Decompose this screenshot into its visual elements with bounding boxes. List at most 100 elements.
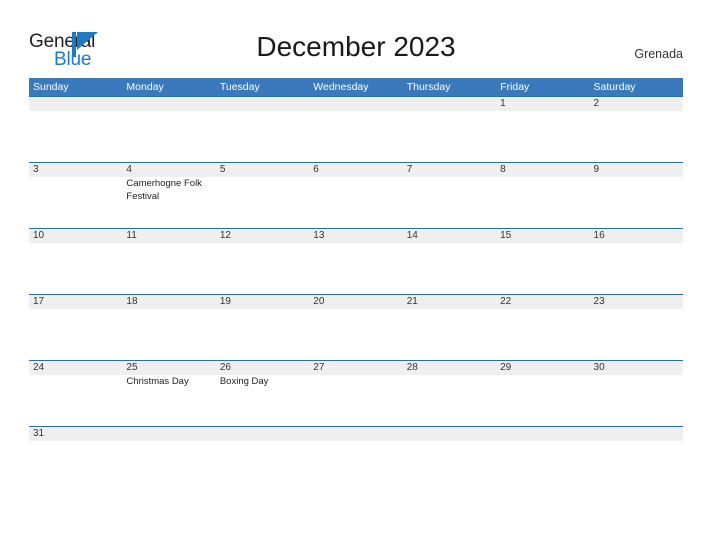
weekday-friday: Friday: [500, 81, 530, 93]
calendar-week-row: 17 18 19 20 21 22 23: [29, 294, 683, 360]
weekday-tuesday: Tuesday: [219, 81, 260, 93]
day-number[interactable]: [216, 97, 309, 111]
page-title: December 2023: [256, 31, 456, 62]
day-number[interactable]: 4: [122, 163, 215, 177]
day-number[interactable]: [309, 97, 402, 111]
page-header: General Blue December 2023 Grenada: [0, 0, 712, 76]
day-number[interactable]: 5: [216, 163, 309, 177]
day-number[interactable]: [403, 427, 496, 441]
day-event: Christmas Day: [126, 376, 189, 387]
day-event: [122, 243, 215, 294]
day-event: [309, 309, 402, 360]
week-day-numbers: 10 11 12 13 14 15 16: [29, 229, 683, 243]
day-number[interactable]: [590, 427, 683, 441]
day-number[interactable]: [496, 427, 589, 441]
calendar-week-row: 3 4 5 6 7 8 9 Camerhogne Folk Festival: [29, 162, 683, 228]
day-event: [403, 177, 496, 228]
weekday-wednesday: Wednesday: [313, 81, 369, 93]
day-number[interactable]: 31: [29, 427, 122, 441]
day-number[interactable]: 25: [122, 361, 215, 375]
day-event: [216, 111, 309, 162]
day-event: [29, 177, 122, 228]
day-event: Camerhogne Folk Festival: [126, 178, 202, 202]
day-number[interactable]: 1: [496, 97, 589, 111]
weekday-header-row: Sunday Monday Tuesday Wednesday Thursday…: [29, 78, 683, 96]
week-day-numbers: 31: [29, 427, 683, 441]
week-day-numbers: 24 25 26 27 28 29 30: [29, 361, 683, 375]
day-number[interactable]: 17: [29, 295, 122, 309]
day-number[interactable]: 18: [122, 295, 215, 309]
day-number[interactable]: 26: [216, 361, 309, 375]
week-day-numbers: 17 18 19 20 21 22 23: [29, 295, 683, 309]
week-event-cells: [29, 309, 683, 360]
day-event: [29, 243, 122, 294]
calendar-grid: Sunday Monday Tuesday Wednesday Thursday…: [29, 78, 683, 441]
day-number[interactable]: 11: [122, 229, 215, 243]
day-number[interactable]: [309, 427, 402, 441]
day-number[interactable]: 16: [590, 229, 683, 243]
day-number[interactable]: 12: [216, 229, 309, 243]
weekday-thursday: Thursday: [406, 81, 451, 93]
day-event: [216, 243, 309, 294]
day-event: [403, 375, 496, 426]
day-event: [216, 177, 309, 228]
day-event: [29, 375, 122, 426]
day-number[interactable]: 2: [590, 97, 683, 111]
week-day-numbers: 3 4 5 6 7 8 9: [29, 163, 683, 177]
weekday-sunday: Sunday: [33, 81, 69, 93]
weekday-monday: Monday: [126, 81, 164, 93]
day-event: [590, 309, 683, 360]
day-event: [590, 111, 683, 162]
day-event: [496, 111, 589, 162]
day-event: [496, 243, 589, 294]
week-event-cells: Christmas Day Boxing Day: [29, 375, 683, 426]
day-event: [590, 177, 683, 228]
day-number[interactable]: [29, 97, 122, 111]
day-event: [590, 375, 683, 426]
week-event-cells: [29, 243, 683, 294]
day-number[interactable]: 15: [496, 229, 589, 243]
day-number[interactable]: 28: [403, 361, 496, 375]
day-number[interactable]: 19: [216, 295, 309, 309]
day-event: [496, 375, 589, 426]
day-number[interactable]: 24: [29, 361, 122, 375]
day-number[interactable]: [403, 97, 496, 111]
day-number[interactable]: 21: [403, 295, 496, 309]
day-number[interactable]: 10: [29, 229, 122, 243]
calendar-week-row: 1 2: [29, 96, 683, 162]
day-event: [122, 111, 215, 162]
day-number[interactable]: 6: [309, 163, 402, 177]
day-number[interactable]: 3: [29, 163, 122, 177]
day-event: [29, 309, 122, 360]
day-number[interactable]: 22: [496, 295, 589, 309]
day-event: [590, 243, 683, 294]
day-event: Boxing Day: [219, 376, 269, 387]
day-number[interactable]: 27: [309, 361, 402, 375]
week-day-numbers: 1 2: [29, 97, 683, 111]
day-number[interactable]: 9: [590, 163, 683, 177]
day-number[interactable]: 30: [590, 361, 683, 375]
week-event-cells: Camerhogne Folk Festival: [29, 177, 683, 228]
day-event: [403, 243, 496, 294]
day-event: [309, 375, 402, 426]
day-event: [29, 111, 122, 162]
day-number[interactable]: 13: [309, 229, 402, 243]
day-event: [122, 309, 215, 360]
day-event: [496, 177, 589, 228]
day-number[interactable]: 8: [496, 163, 589, 177]
calendar-page: General Blue December 2023 Grenada Sunda…: [0, 0, 712, 550]
day-event: [403, 309, 496, 360]
day-number[interactable]: [122, 97, 215, 111]
day-number[interactable]: 29: [496, 361, 589, 375]
day-number[interactable]: 7: [403, 163, 496, 177]
day-event: [309, 111, 402, 162]
day-number[interactable]: [122, 427, 215, 441]
day-number[interactable]: 20: [309, 295, 402, 309]
day-number[interactable]: [216, 427, 309, 441]
day-number[interactable]: 23: [590, 295, 683, 309]
day-number[interactable]: 14: [403, 229, 496, 243]
weekday-saturday: Saturday: [593, 81, 636, 93]
week-event-cells: [29, 111, 683, 162]
calendar-week-row: 31: [29, 426, 683, 441]
day-event: [496, 309, 589, 360]
